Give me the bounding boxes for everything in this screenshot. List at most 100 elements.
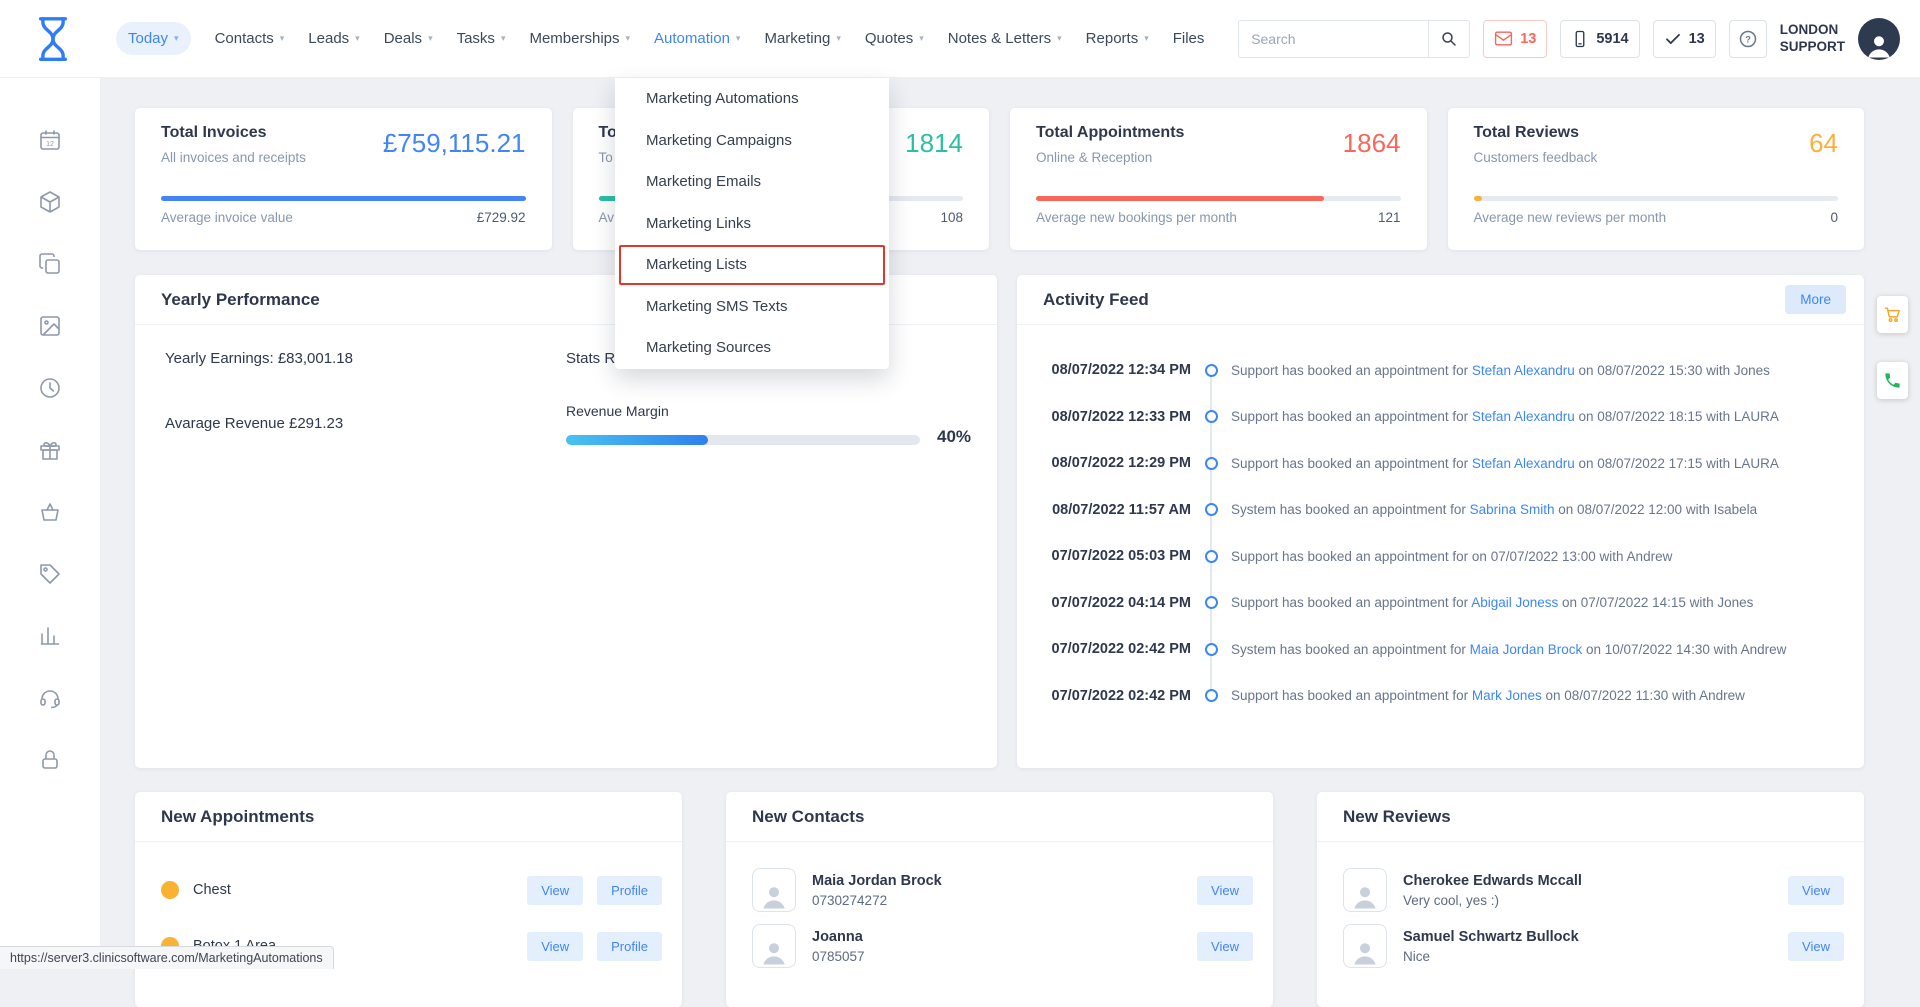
nav-item-notes-letters[interactable]: Notes & Letters▾ (948, 30, 1062, 47)
review-row: Samuel Schwartz Bullock Nice View (1317, 918, 1864, 974)
app-logo-icon[interactable] (26, 12, 80, 66)
lock-icon[interactable] (38, 748, 62, 772)
view-button[interactable]: View (1788, 876, 1844, 905)
tag-icon[interactable] (38, 562, 62, 586)
reviewer-name: Cherokee Edwards Mccall (1403, 873, 1582, 889)
menu-item-marketing-links[interactable]: Marketing Links (615, 203, 889, 245)
nav-item-tasks[interactable]: Tasks▾ (457, 30, 506, 47)
person-icon (1350, 881, 1380, 911)
timeline-marker-icon (1205, 596, 1218, 609)
basket-icon[interactable] (38, 500, 62, 524)
nav-item-today[interactable]: Today▾ (116, 22, 191, 55)
package-icon[interactable] (38, 190, 62, 214)
checkmark-icon (1664, 30, 1682, 48)
calls-badge[interactable]: 5914 (1560, 20, 1639, 58)
contact-link[interactable]: Stefan Alexandru (1472, 456, 1575, 471)
chevron-down-icon: ▾ (1144, 33, 1149, 44)
quick-phone-button[interactable] (1877, 362, 1908, 399)
person-icon (1864, 30, 1894, 60)
menu-item-marketing-sms-texts[interactable]: Marketing SMS Texts (615, 286, 889, 328)
view-button[interactable]: View (527, 932, 583, 961)
nav-item-deals[interactable]: Deals▾ (384, 30, 433, 47)
link-preview-statusbar: https://server3.clinicsoftware.com/Marke… (0, 946, 334, 969)
more-button[interactable]: More (1785, 285, 1846, 314)
nav-item-leads[interactable]: Leads▾ (308, 30, 359, 47)
support-icon[interactable] (38, 686, 62, 710)
search-icon (1440, 30, 1458, 48)
nav-item-marketing[interactable]: Marketing▾ (764, 30, 840, 47)
history-icon[interactable] (38, 376, 62, 400)
stat-progress-track (1474, 196, 1839, 201)
help-button[interactable]: ? (1729, 20, 1767, 58)
menu-item-marketing-campaigns[interactable]: Marketing Campaigns (615, 120, 889, 162)
card-header: New Reviews (1317, 792, 1864, 842)
activity-feed-card: Activity Feed More 08/07/2022 12:34 PM S… (1017, 275, 1864, 768)
revenue-margin-label: Revenue Margin (566, 403, 669, 419)
contact-link[interactable]: Abigail Joness (1471, 595, 1558, 610)
view-button[interactable]: View (1197, 932, 1253, 961)
stat-value: 1864 (1343, 128, 1401, 159)
chevron-down-icon: ▾ (174, 33, 179, 44)
stat-footer-value: 0 (1830, 210, 1838, 225)
activity-time: 07/07/2022 05:03 PM (1017, 548, 1191, 564)
view-button[interactable]: View (1788, 932, 1844, 961)
stat-title: Total Invoices (161, 124, 267, 142)
profile-button[interactable]: Profile (597, 932, 662, 961)
revenue-margin-percent: 40% (937, 427, 971, 447)
menu-item-marketing-sources[interactable]: Marketing Sources (615, 327, 889, 369)
contact-name: Maia Jordan Brock (812, 873, 942, 889)
tasks-badge[interactable]: 13 (1653, 20, 1716, 58)
messages-badge[interactable]: 13 (1483, 20, 1547, 58)
activity-text: Support has booked an appointment for St… (1231, 409, 1848, 424)
person-icon (759, 881, 789, 911)
contact-link[interactable]: Maia Jordan Brock (1470, 642, 1583, 657)
activity-time: 08/07/2022 12:34 PM (1017, 362, 1191, 378)
quick-cart-button[interactable] (1877, 296, 1908, 333)
chart-icon[interactable] (38, 624, 62, 648)
activity-entry: 07/07/2022 02:42 PM Support has booked a… (1017, 673, 1864, 720)
chevron-down-icon: ▾ (428, 33, 433, 44)
search-input[interactable] (1238, 20, 1428, 58)
nav-item-files[interactable]: Files (1173, 30, 1205, 47)
photo-icon[interactable] (38, 314, 62, 338)
nav-item-quotes[interactable]: Quotes▾ (865, 30, 924, 47)
messages-count: 13 (1520, 31, 1536, 47)
profile-button[interactable]: Profile (597, 876, 662, 905)
timeline-marker-icon (1205, 689, 1218, 702)
contact-link[interactable]: Sabrina Smith (1470, 502, 1555, 517)
activity-text: Support has booked an appointment for St… (1231, 456, 1848, 471)
nav-item-reports[interactable]: Reports▾ (1086, 30, 1149, 47)
stats-refresh-text: Stats R (566, 350, 615, 367)
card-header: New Contacts (726, 792, 1273, 842)
nav-item-contacts[interactable]: Contacts▾ (215, 30, 285, 47)
user-avatar[interactable] (1858, 18, 1900, 60)
view-button[interactable]: View (527, 876, 583, 905)
calendar-icon[interactable]: 12 (38, 128, 62, 152)
nav-item-memberships[interactable]: Memberships▾ (529, 30, 630, 47)
activity-text: Support has booked an appointment for St… (1231, 363, 1848, 378)
chevron-down-icon: ▾ (836, 33, 841, 44)
menu-item-marketing-lists[interactable]: Marketing Lists (615, 244, 889, 286)
chevron-down-icon: ▾ (919, 33, 924, 44)
svg-text:?: ? (1745, 34, 1751, 44)
stat-progress-fill (1474, 196, 1482, 201)
activity-time: 08/07/2022 11:57 AM (1017, 502, 1191, 518)
search-button[interactable] (1428, 20, 1470, 58)
gift-icon[interactable] (38, 438, 62, 462)
location-label: LONDON SUPPORT (1780, 22, 1845, 56)
new-appointments-card: New Appointments Chest View Profile Boto… (135, 792, 682, 1007)
menu-item-marketing-automations[interactable]: Marketing Automations (615, 78, 889, 120)
stat-value: 1814 (905, 128, 963, 159)
activity-entry: 08/07/2022 12:29 PM Support has booked a… (1017, 440, 1864, 487)
view-button[interactable]: View (1197, 876, 1253, 905)
activity-time: 08/07/2022 12:33 PM (1017, 409, 1191, 425)
appointment-row: Chest View Profile (135, 862, 682, 918)
timeline-marker-icon (1205, 503, 1218, 516)
menu-item-marketing-emails[interactable]: Marketing Emails (615, 161, 889, 203)
contact-link[interactable]: Mark Jones (1472, 688, 1542, 703)
timeline-marker-icon (1205, 550, 1218, 563)
copy-icon[interactable] (38, 252, 62, 276)
contact-link[interactable]: Stefan Alexandru (1472, 363, 1575, 378)
contact-link[interactable]: Stefan Alexandru (1472, 409, 1575, 424)
nav-item-automation[interactable]: Automation▾ (654, 30, 740, 47)
